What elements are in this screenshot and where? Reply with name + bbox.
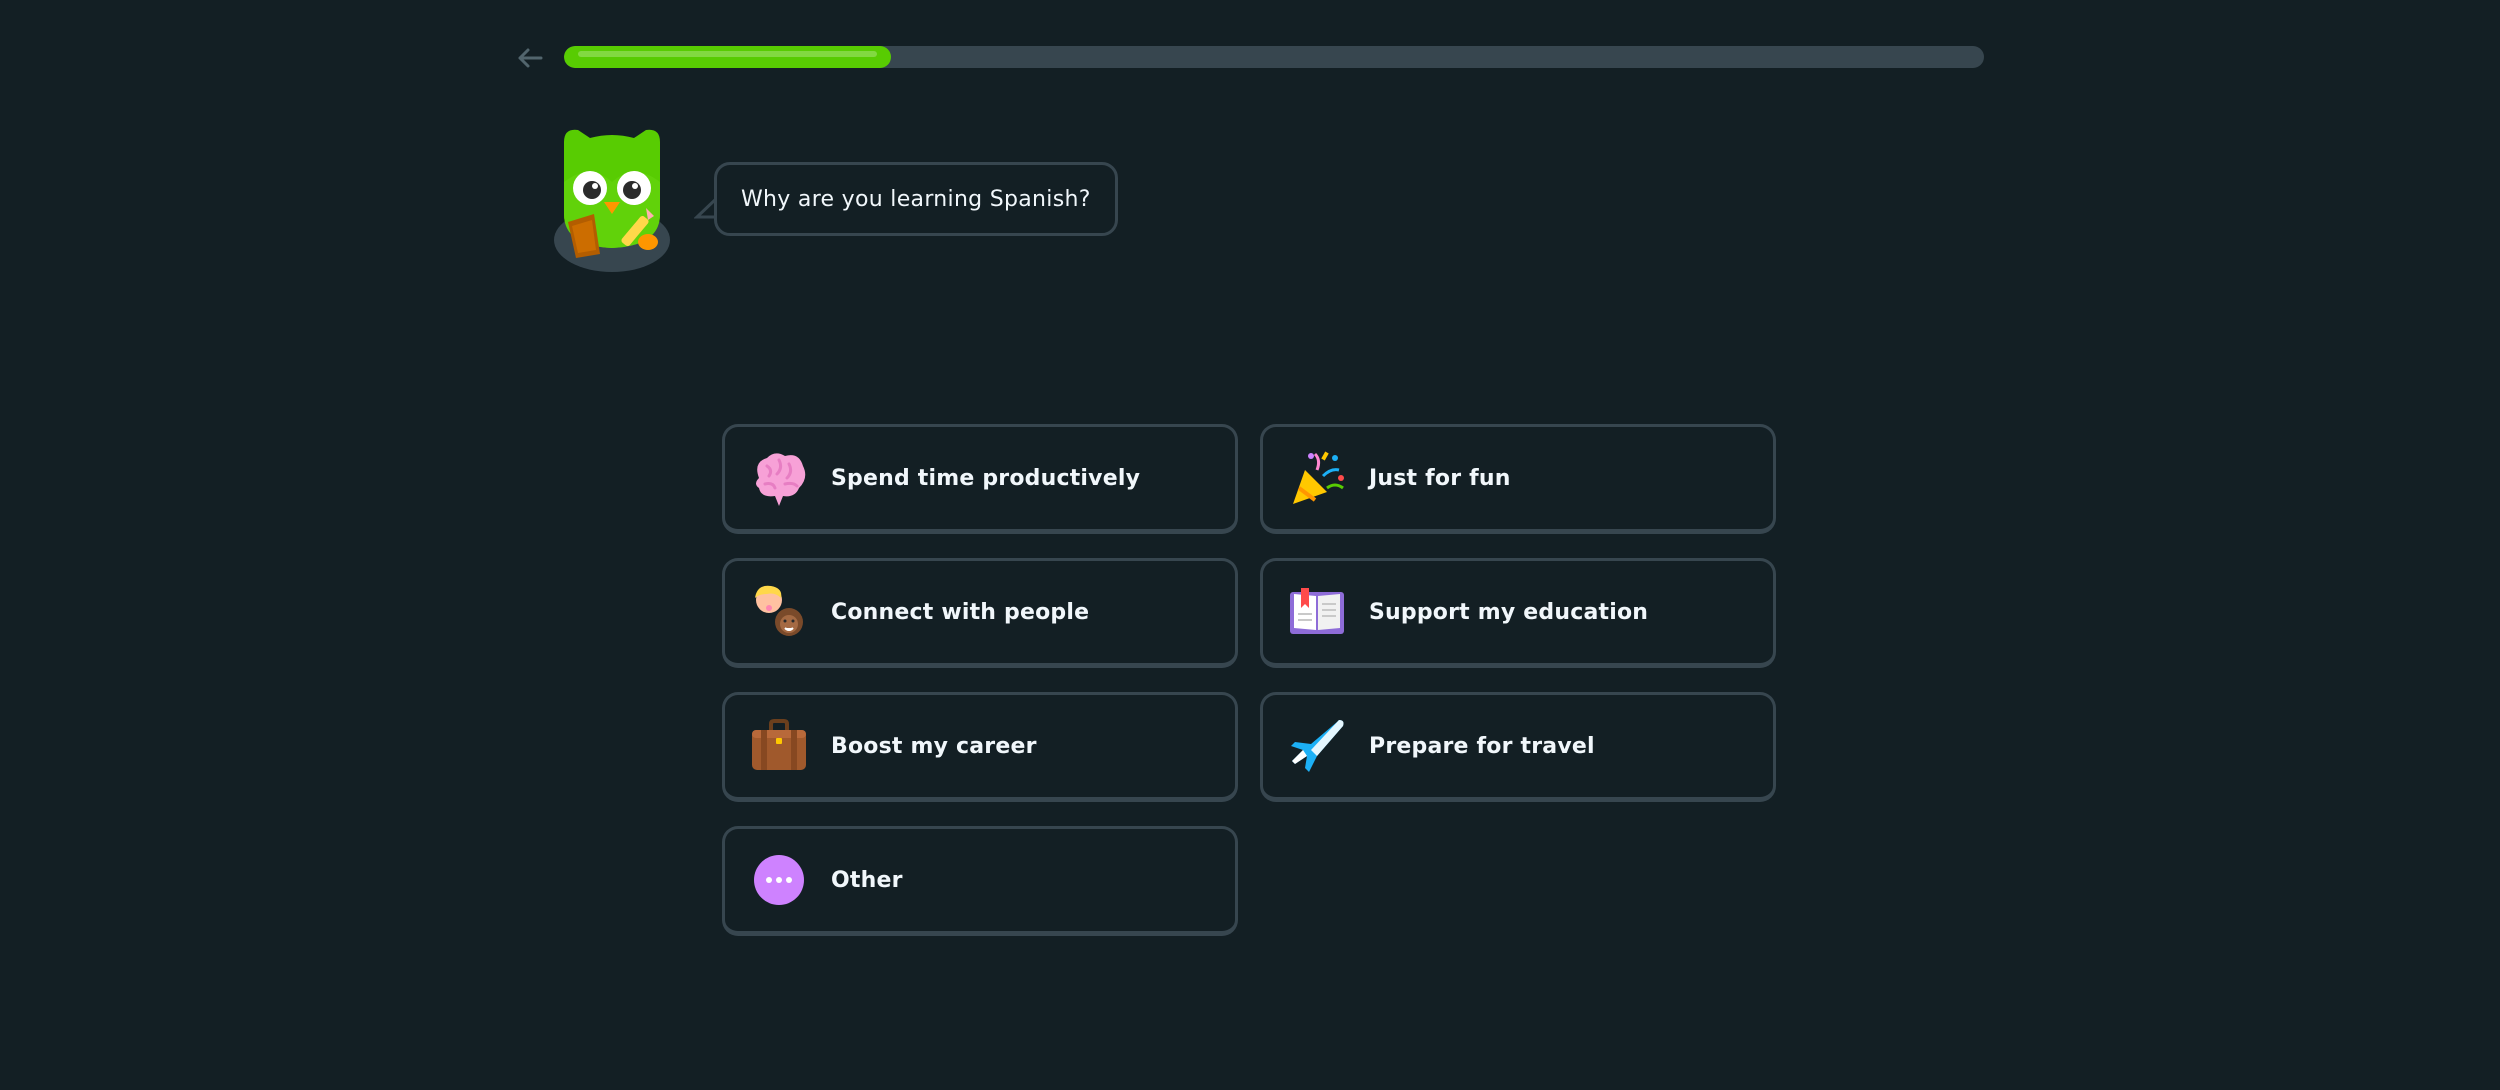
option-boost-my-career[interactable]: Boost my career xyxy=(722,692,1238,802)
party-popper-icon xyxy=(1287,448,1347,508)
option-connect-with-people[interactable]: Connect with people xyxy=(722,558,1238,668)
people-icon xyxy=(749,582,809,642)
option-label: Prepare for travel xyxy=(1369,733,1595,759)
question-speech-bubble: Why are you learning Spanish? xyxy=(714,162,1118,236)
option-label: Boost my career xyxy=(831,733,1037,759)
owl-mascot-icon xyxy=(554,129,670,272)
option-label: Support my education xyxy=(1369,599,1649,625)
option-spend-time-productively[interactable]: Spend time productively xyxy=(722,424,1238,534)
option-label: Connect with people xyxy=(831,599,1090,625)
briefcase-icon xyxy=(749,716,809,776)
option-prepare-for-travel[interactable]: Prepare for travel xyxy=(1260,692,1776,802)
arrow-left-icon xyxy=(518,48,543,68)
more-dots-icon xyxy=(749,850,809,910)
option-label: Other xyxy=(831,867,903,893)
progress-fill xyxy=(564,46,891,68)
reason-options: Spend time productively Just for fun Con… xyxy=(722,424,1776,936)
progress-bar xyxy=(564,46,1984,68)
open-book-icon xyxy=(1287,582,1347,642)
option-support-my-education[interactable]: Support my education xyxy=(1260,558,1776,668)
back-button[interactable] xyxy=(512,40,548,76)
brain-icon xyxy=(749,448,809,508)
question-text: Why are you learning Spanish? xyxy=(741,186,1091,212)
option-just-for-fun[interactable]: Just for fun xyxy=(1260,424,1776,534)
onboarding-page: Why are you learning Spanish? Spend time… xyxy=(0,0,2500,1090)
option-other[interactable]: Other xyxy=(722,826,1238,936)
airplane-icon xyxy=(1287,716,1347,776)
option-label: Just for fun xyxy=(1369,465,1511,491)
option-label: Spend time productively xyxy=(831,465,1141,491)
